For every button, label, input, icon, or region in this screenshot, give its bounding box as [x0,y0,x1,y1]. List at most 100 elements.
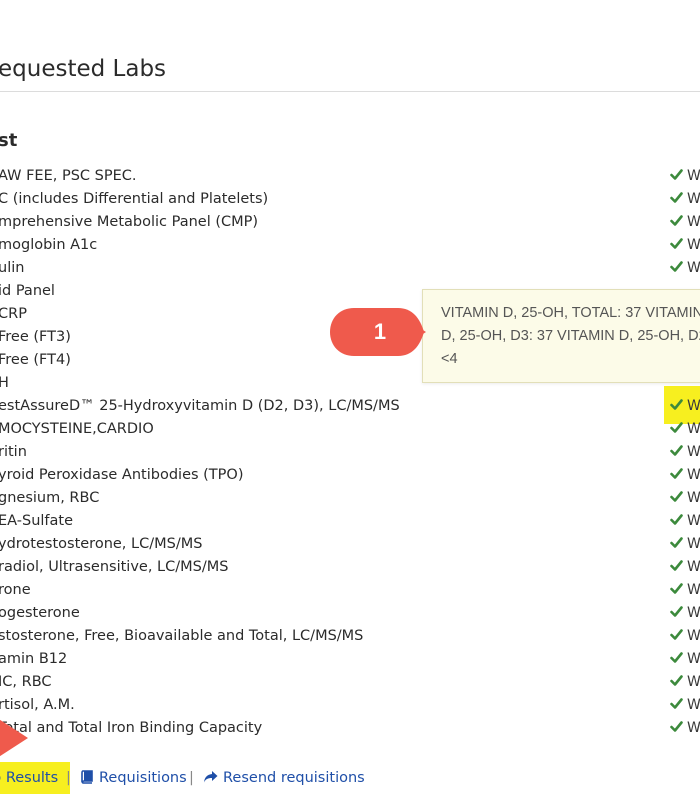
test-status[interactable]: W [670,602,700,625]
result-tooltip: VITAMIN D, 25-OH, TOTAL: 37 VITAMIN D, 2… [422,289,700,383]
test-status[interactable]: W [670,510,700,533]
test-name: moglobin A1c [0,237,98,253]
resend-requisitions-label: Resend requisitions [223,770,365,786]
test-row: gnesium, RBC W [0,487,700,510]
test-row: C (includes Differential and Platelets) W [0,188,700,211]
status-label: W [687,513,700,529]
test-row: rone W [0,579,700,602]
check-icon [670,583,683,594]
test-status[interactable]: W [664,386,700,424]
test-status[interactable]: W [670,694,700,717]
test-status[interactable]: W [670,464,700,487]
book-icon [81,770,93,784]
test-name: gnesium, RBC [0,490,100,506]
test-name: rone [0,582,31,598]
check-icon [670,514,683,525]
test-name: Total and Total Iron Binding Capacity [0,720,263,736]
status-label: W [687,720,700,736]
callout-arrow-icon [0,719,28,757]
test-status[interactable]: W [670,579,700,602]
test-status[interactable]: W [670,556,700,579]
status-label: W [687,444,700,460]
check-icon [670,698,683,709]
test-name: mprehensive Metabolic Panel (CMP) [0,214,259,230]
test-status[interactable]: W [670,441,700,464]
status-label: W [687,559,700,575]
footer-links: b Results | Requisitions | Resend requis… [0,762,700,794]
test-status[interactable]: W [670,257,700,280]
check-icon [670,169,683,180]
test-row: EA-Sulfate W [0,510,700,533]
check-icon [670,560,683,571]
check-icon [670,629,683,640]
test-name: H [0,375,9,391]
test-status[interactable]: W [670,188,700,211]
test-status[interactable]: W [670,717,700,740]
test-row: yroid Peroxidase Antibodies (TPO) W [0,464,700,487]
test-status[interactable]: W [670,625,700,648]
test-name: Free (FT4) [0,352,71,368]
test-row: rtisol, A.M. W [0,694,700,717]
test-status[interactable]: W [670,211,700,234]
test-row: moglobin A1c W [0,234,700,257]
test-name: ritin [0,444,27,460]
check-icon [670,399,683,410]
test-row: mprehensive Metabolic Panel (CMP) W [0,211,700,234]
test-name: CRP [0,306,27,322]
check-icon [670,445,683,456]
test-row: IC, RBC W [0,671,700,694]
status-label: W [687,582,700,598]
test-status[interactable]: W [670,487,700,510]
test-status[interactable]: W [670,234,700,257]
check-icon [670,215,683,226]
test-name: stosterone, Free, Bioavailable and Total… [0,628,364,644]
test-name: IC, RBC [0,674,52,690]
test-row: estAssureD™ 25-Hydroxyvitamin D (D2, D3)… [0,386,700,424]
check-icon [670,652,683,663]
status-label: W [687,697,700,713]
status-label: W [687,536,700,552]
status-label: W [687,490,700,506]
test-status[interactable]: W [670,533,700,556]
test-row: amin B12 W [0,648,700,671]
test-row: ulin W [0,257,700,280]
test-status[interactable]: W [670,648,700,671]
status-label: W [687,260,700,276]
check-icon [670,192,683,203]
test-name: rtisol, A.M. [0,697,75,713]
test-name: AW FEE, PSC SPEC. [0,168,137,184]
check-icon [670,238,683,249]
requisitions-label: Requisitions [99,770,187,786]
test-row: ydrotestosterone, LC/MS/MS W [0,533,700,556]
lab-results-link[interactable]: b Results [0,762,70,794]
check-icon [670,468,683,479]
callout-badge: 1 [328,306,428,358]
status-label: W [687,168,700,184]
status-label: W [687,237,700,253]
status-label: W [687,651,700,667]
test-name: id Panel [0,283,55,299]
check-icon [670,261,683,272]
status-label: W [687,628,700,644]
status-label: W [687,398,700,414]
test-status[interactable]: W [670,418,700,441]
test-name: amin B12 [0,651,68,667]
status-label: W [687,674,700,690]
status-label: W [687,605,700,621]
test-row: Total and Total Iron Binding Capacity W [0,717,700,740]
test-list-heading: st [0,130,18,151]
test-row: ogesterone W [0,602,700,625]
test-status[interactable]: W [670,671,700,694]
status-label: W [687,467,700,483]
check-icon [670,606,683,617]
test-row: stosterone, Free, Bioavailable and Total… [0,625,700,648]
check-icon [670,721,683,732]
test-name: ogesterone [0,605,80,621]
test-name: Free (FT3) [0,329,71,345]
status-label: W [687,421,700,437]
test-status[interactable]: W [670,165,700,188]
test-row: ritin W [0,441,700,464]
footer-separator: | [189,770,194,786]
resend-requisitions-link[interactable]: Resend requisitions [203,762,365,794]
requisitions-link[interactable]: Requisitions [80,762,187,794]
